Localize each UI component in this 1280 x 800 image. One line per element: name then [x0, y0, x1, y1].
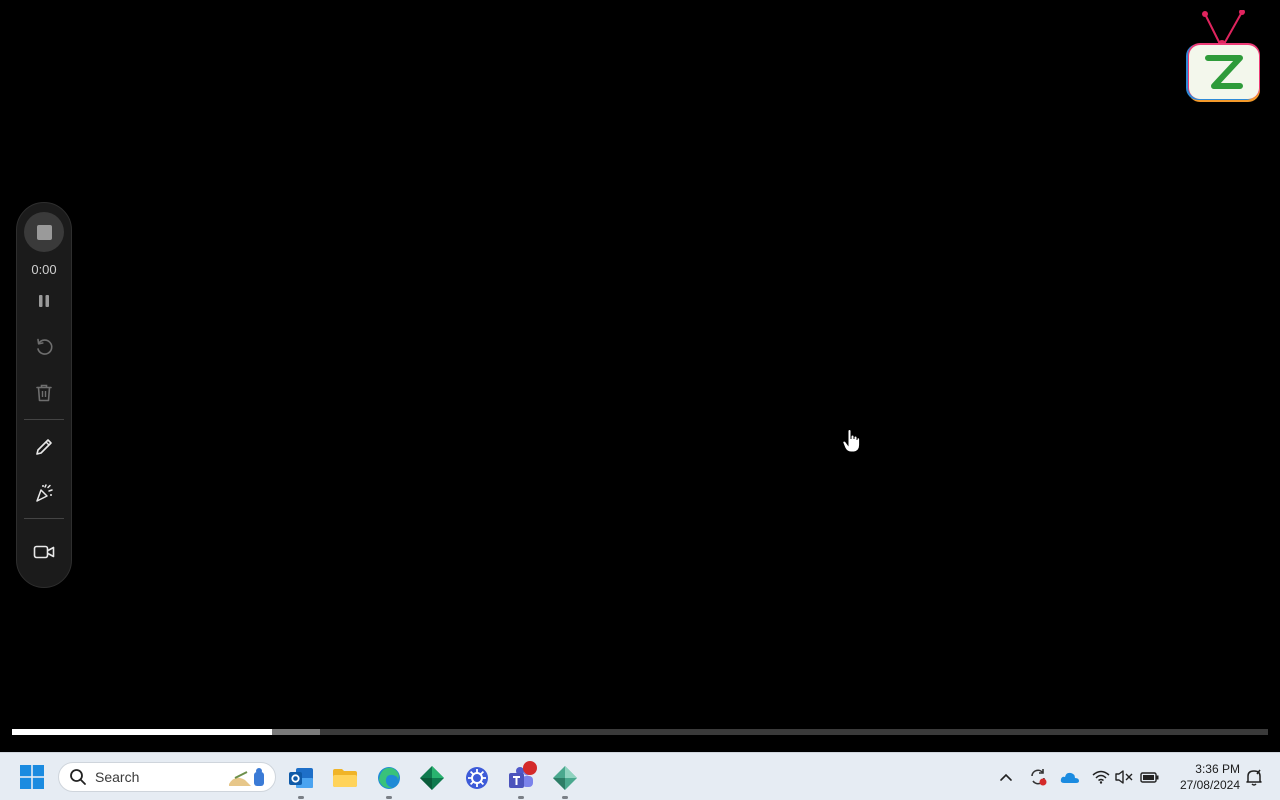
search-highlight-icon — [229, 768, 264, 786]
trash-icon — [36, 384, 52, 402]
wifi-icon — [1092, 770, 1110, 784]
delete-button[interactable] — [24, 373, 64, 413]
clock-time: 3:36 PM — [1195, 762, 1240, 776]
taskbar-settings-app[interactable] — [459, 761, 495, 795]
effects-button[interactable] — [24, 473, 64, 513]
recording-timer: 0:00 — [31, 262, 57, 277]
video-progress-bar[interactable] — [12, 729, 1268, 735]
progress-played — [12, 729, 272, 735]
stop-icon — [36, 224, 52, 240]
stop-recording-button[interactable] — [24, 212, 64, 252]
notification-badge — [523, 761, 537, 775]
tray-battery[interactable] — [1139, 766, 1161, 788]
taskbar-teams[interactable] — [503, 761, 539, 799]
tray-onedrive[interactable] — [1059, 766, 1081, 788]
diamond-app-icon — [420, 766, 444, 790]
start-button[interactable] — [14, 761, 50, 793]
onedrive-cloud-icon — [1060, 772, 1079, 783]
sync-icon — [1031, 769, 1047, 786]
edge-icon — [378, 767, 400, 789]
toolbar-divider — [24, 419, 64, 420]
confetti-icon — [36, 484, 53, 502]
screen: 0:00 Search 3:36 PM 27/08/2024 — [0, 0, 1280, 800]
pause-button[interactable] — [24, 281, 64, 321]
toolbar-divider — [24, 518, 64, 519]
running-indicator — [562, 796, 568, 799]
taskbar-diamond-app[interactable] — [414, 761, 450, 795]
clock-date: 27/08/2024 — [1179, 778, 1240, 792]
camera-button[interactable] — [24, 532, 64, 572]
running-indicator — [518, 796, 524, 799]
taskbar-clock[interactable]: 3:36 PM 27/08/2024 — [1168, 761, 1240, 793]
restart-button[interactable] — [24, 327, 64, 367]
outlook-icon — [289, 768, 313, 788]
running-indicator — [298, 796, 304, 799]
windows-logo-icon — [20, 765, 44, 789]
settings-gear-icon — [466, 767, 488, 789]
notification-bell-icon[interactable] — [1244, 767, 1264, 787]
diamond-app-2-icon — [553, 766, 577, 790]
running-indicator — [386, 796, 392, 799]
hand-cursor-icon — [842, 429, 861, 453]
tray-wifi[interactable] — [1090, 766, 1112, 788]
chevron-up-icon — [1000, 773, 1012, 781]
volume-muted-icon — [1115, 770, 1133, 784]
search-icon — [70, 769, 86, 785]
pause-icon — [39, 295, 49, 307]
tray-volume[interactable] — [1114, 766, 1136, 788]
taskbar-outlook[interactable] — [283, 761, 319, 799]
taskbar-edge[interactable] — [371, 761, 407, 799]
show-hidden-icons-button[interactable] — [995, 766, 1017, 788]
draw-button[interactable] — [24, 427, 64, 467]
recording-toolbar: 0:00 — [16, 202, 72, 588]
taskbar-search[interactable]: Search — [58, 762, 276, 792]
tray-sync[interactable] — [1027, 766, 1049, 788]
taskbar-diamond-app-2[interactable] — [547, 761, 583, 799]
restart-icon — [37, 338, 53, 355]
pencil-icon — [36, 439, 52, 455]
taskbar: Search 3:36 PM 27/08/2024 — [0, 752, 1280, 800]
battery-charging-icon — [1140, 772, 1159, 783]
file-explorer-icon — [333, 769, 357, 787]
channel-logo — [1186, 10, 1260, 102]
search-placeholder: Search — [95, 769, 140, 785]
video-camera-icon — [33, 545, 55, 559]
taskbar-file-explorer[interactable] — [327, 761, 363, 795]
